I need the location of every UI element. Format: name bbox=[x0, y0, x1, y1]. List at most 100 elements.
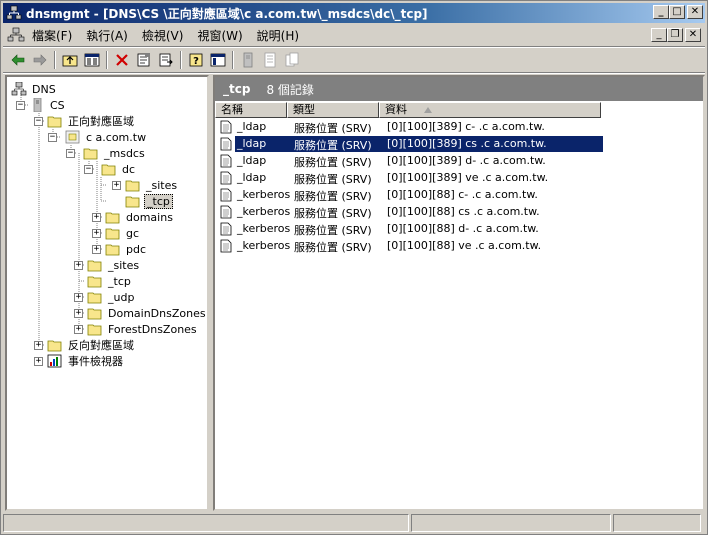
results-title: _tcp bbox=[223, 82, 251, 96]
minimize-button[interactable]: _ bbox=[653, 5, 669, 19]
tree-node-domains[interactable]: domains bbox=[105, 209, 175, 225]
delete-button[interactable] bbox=[111, 49, 133, 71]
status-bar bbox=[3, 514, 705, 534]
folder-icon bbox=[105, 212, 120, 224]
server-button[interactable] bbox=[237, 49, 259, 71]
expand-toggle[interactable]: + bbox=[34, 357, 43, 366]
record-row[interactable]: _ldap 服務位置 (SRV) [0][100][389] c- .c a.com… bbox=[215, 119, 703, 136]
help-button[interactable]: ? bbox=[185, 49, 207, 71]
tree-node-udp[interactable]: _udp bbox=[87, 289, 136, 305]
tree-label: gc bbox=[126, 226, 140, 240]
tree-node-dns[interactable]: DNS bbox=[11, 81, 58, 97]
tree-node-forest-dns-zones[interactable]: ForestDnsZones bbox=[87, 321, 199, 337]
record-row[interactable]: _ldap 服務位置 (SRV) [0][100][389] cs .c a.com… bbox=[215, 136, 703, 153]
column-header-data[interactable]: 資料 bbox=[379, 102, 601, 118]
dns-icon bbox=[11, 82, 27, 96]
tree-node-dc-tcp[interactable]: _tcp bbox=[125, 193, 173, 209]
menu-help[interactable]: 說明(H) bbox=[250, 27, 306, 44]
tree-node-gc[interactable]: gc bbox=[105, 225, 141, 241]
tree-node-domain-dns-zones[interactable]: DomainDnsZones bbox=[87, 305, 207, 321]
tree-label: CS bbox=[50, 98, 65, 112]
record-icon bbox=[220, 205, 232, 219]
tree-node-tcp[interactable]: _tcp bbox=[87, 273, 133, 289]
collapse-toggle[interactable]: − bbox=[66, 149, 75, 158]
expand-toggle[interactable]: + bbox=[74, 261, 83, 270]
menu-action[interactable]: 執行(A) bbox=[79, 27, 135, 44]
tree-node-dc-sites[interactable]: _sites bbox=[125, 177, 179, 193]
open-folder-icon bbox=[101, 164, 116, 176]
menu-window[interactable]: 視窗(W) bbox=[190, 27, 249, 44]
record-icon bbox=[264, 52, 276, 68]
record-row[interactable]: _kerberos 服務位置 (SRV) [0][100][88] cs .c a.… bbox=[215, 204, 703, 221]
tree-node-sites[interactable]: _sites bbox=[87, 257, 141, 273]
tree-node-reverse-zones[interactable]: 反向對應區域 bbox=[47, 337, 136, 353]
record-data: [0][100][88] c- .c a.com.tw. bbox=[387, 188, 538, 201]
window-title: dnsmgmt - [DNS\CS \正向對應區域\c a.com.tw\_ms… bbox=[26, 6, 428, 21]
tree-label: 事件檢視器 bbox=[68, 355, 123, 368]
expand-toggle[interactable]: + bbox=[92, 229, 101, 238]
collapse-toggle[interactable]: − bbox=[16, 101, 25, 110]
tree-label: pdc bbox=[126, 242, 147, 256]
copy-records-button[interactable] bbox=[281, 49, 303, 71]
child-close-button[interactable]: ✕ bbox=[685, 28, 701, 42]
record-type: 服務位置 (SRV) bbox=[294, 224, 372, 237]
tree-node-event-viewer[interactable]: 事件檢視器 bbox=[47, 353, 125, 369]
record-type: 服務位置 (SRV) bbox=[294, 207, 372, 220]
record-name: _kerberos bbox=[237, 222, 291, 235]
tree-node-zone[interactable]: c a.com.tw bbox=[65, 129, 148, 145]
toolbar-separator bbox=[106, 51, 108, 69]
collapse-toggle[interactable]: − bbox=[34, 117, 43, 126]
record-type: 服務位置 (SRV) bbox=[294, 241, 372, 254]
up-one-level-button[interactable] bbox=[59, 49, 81, 71]
show-hide-tree-button[interactable] bbox=[81, 49, 103, 71]
toolbar-separator bbox=[180, 51, 182, 69]
new-record-button[interactable] bbox=[259, 49, 281, 71]
expand-toggle[interactable]: + bbox=[92, 245, 101, 254]
expand-toggle[interactable]: + bbox=[34, 341, 43, 350]
record-row[interactable]: _kerberos 服務位置 (SRV) [0][100][88] d- .c a.… bbox=[215, 221, 703, 238]
open-folder-icon bbox=[47, 116, 62, 128]
maximize-button[interactable]: □ bbox=[669, 5, 685, 19]
menu-file[interactable]: 檔案(F) bbox=[25, 27, 79, 44]
collapse-toggle[interactable]: − bbox=[84, 165, 93, 174]
tree-node-msdcs[interactable]: _msdcs bbox=[83, 145, 147, 161]
show-hide-tree-icon bbox=[84, 53, 100, 67]
record-type: 服務位置 (SRV) bbox=[294, 173, 372, 186]
expand-toggle[interactable]: + bbox=[112, 181, 121, 190]
results-pane[interactable]: _tcp 8 個記錄 名稱 類型 資料 _ldap 服務位置 (SRV) [0][1… bbox=[213, 75, 705, 511]
record-icon bbox=[220, 239, 232, 253]
console-tree[interactable]: DNS − CS − 正向對應區域 − c a.com.tw − _msdcs bbox=[5, 75, 209, 511]
server-icon bbox=[243, 52, 253, 68]
tree-label: dc bbox=[122, 162, 136, 176]
record-row[interactable]: _ldap 服務位置 (SRV) [0][100][389] ve .c a.com… bbox=[215, 170, 703, 187]
export-list-button[interactable] bbox=[155, 49, 177, 71]
child-minimize-button[interactable]: _ bbox=[651, 28, 667, 42]
record-row[interactable]: _kerberos 服務位置 (SRV) [0][100][88] ve .c a.… bbox=[215, 238, 703, 255]
tree-node-server[interactable]: CS bbox=[29, 97, 67, 113]
expand-toggle[interactable]: + bbox=[74, 325, 83, 334]
svg-text:?: ? bbox=[193, 56, 199, 67]
close-button[interactable]: ✕ bbox=[687, 5, 703, 19]
menu-view[interactable]: 檢視(V) bbox=[135, 27, 191, 44]
console-icon[interactable] bbox=[7, 27, 25, 43]
up-folder-icon bbox=[62, 55, 78, 67]
record-row[interactable]: _kerberos 服務位置 (SRV) [0][100][88] c- .c a.… bbox=[215, 187, 703, 204]
record-type: 服務位置 (SRV) bbox=[294, 122, 372, 135]
title-bar[interactable]: dnsmgmt - [DNS\CS \正向對應區域\c a.com.tw\_ms… bbox=[3, 3, 705, 23]
expand-toggle[interactable]: + bbox=[74, 309, 83, 318]
back-button[interactable] bbox=[7, 49, 29, 71]
tree-label: c a.com.tw bbox=[86, 130, 147, 144]
record-row[interactable]: _ldap 服務位置 (SRV) [0][100][389] d- .c a.com… bbox=[215, 153, 703, 170]
tree-node-forward-zones[interactable]: 正向對應區域 bbox=[47, 113, 136, 129]
expand-toggle[interactable]: + bbox=[74, 293, 83, 302]
tree-node-dc[interactable]: dc bbox=[101, 161, 137, 177]
forward-button[interactable] bbox=[29, 49, 51, 71]
tree-node-pdc[interactable]: pdc bbox=[105, 241, 148, 257]
column-header-type[interactable]: 類型 bbox=[287, 102, 379, 118]
child-restore-button[interactable]: ❐ bbox=[667, 28, 683, 42]
expand-toggle[interactable]: + bbox=[92, 213, 101, 222]
collapse-toggle[interactable]: − bbox=[48, 133, 57, 142]
console-tree-button[interactable] bbox=[207, 49, 229, 71]
properties-button[interactable] bbox=[133, 49, 155, 71]
column-header-name[interactable]: 名稱 bbox=[215, 102, 287, 118]
